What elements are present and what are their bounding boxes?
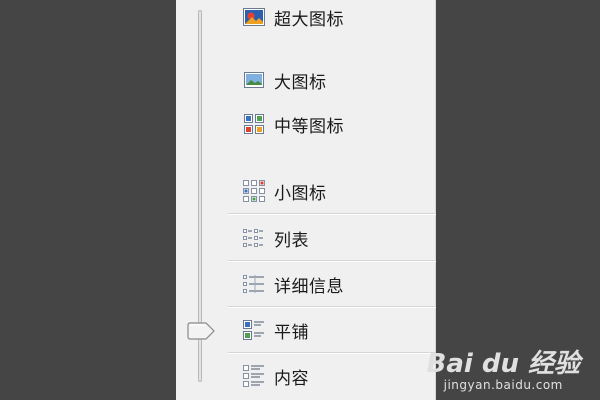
list-view-icon — [242, 226, 266, 250]
baidu-jingyan-watermark: Bai du 经验 jingyan.baidu.com — [427, 350, 581, 392]
content-view-icon — [242, 364, 266, 388]
menu-item-details[interactable]: 详细信息 — [228, 269, 436, 299]
menu-item-label: 详细信息 — [274, 276, 344, 297]
menu-item-small-icons[interactable]: 小图标 — [228, 176, 436, 206]
view-size-slider-thumb[interactable] — [186, 322, 216, 340]
menu-item-list[interactable]: 列表 — [228, 223, 436, 253]
small-icons-icon — [242, 179, 266, 203]
menu-separator — [228, 306, 436, 308]
watermark-url: jingyan.baidu.com — [443, 378, 563, 392]
menu-separator — [228, 352, 436, 354]
details-view-icon — [242, 272, 266, 296]
medium-icons-icon — [242, 112, 266, 136]
menu-item-extra-large-icons[interactable]: 超大图标 — [228, 2, 436, 32]
menu-item-label: 小图标 — [274, 183, 327, 204]
menu-item-label: 超大图标 — [274, 9, 344, 30]
large-icons-icon — [242, 68, 266, 92]
tiles-view-icon — [242, 318, 266, 342]
menu-item-tiles[interactable]: 平铺 — [228, 315, 436, 345]
menu-separator — [228, 260, 436, 262]
menu-item-label: 平铺 — [274, 322, 309, 343]
menu-item-label: 大图标 — [274, 72, 327, 93]
menu-item-content[interactable]: 内容 — [228, 361, 436, 391]
extra-large-icons-icon — [242, 5, 266, 29]
menu-item-label: 中等图标 — [274, 116, 344, 137]
menu-item-medium-icons[interactable]: 中等图标 — [228, 109, 436, 139]
watermark-logo: Bai du 经验 — [426, 349, 581, 379]
menu-item-label: 列表 — [274, 230, 309, 251]
menu-item-large-icons[interactable]: 大图标 — [228, 65, 436, 95]
menu-separator — [228, 213, 436, 215]
menu-item-label: 内容 — [274, 368, 309, 389]
